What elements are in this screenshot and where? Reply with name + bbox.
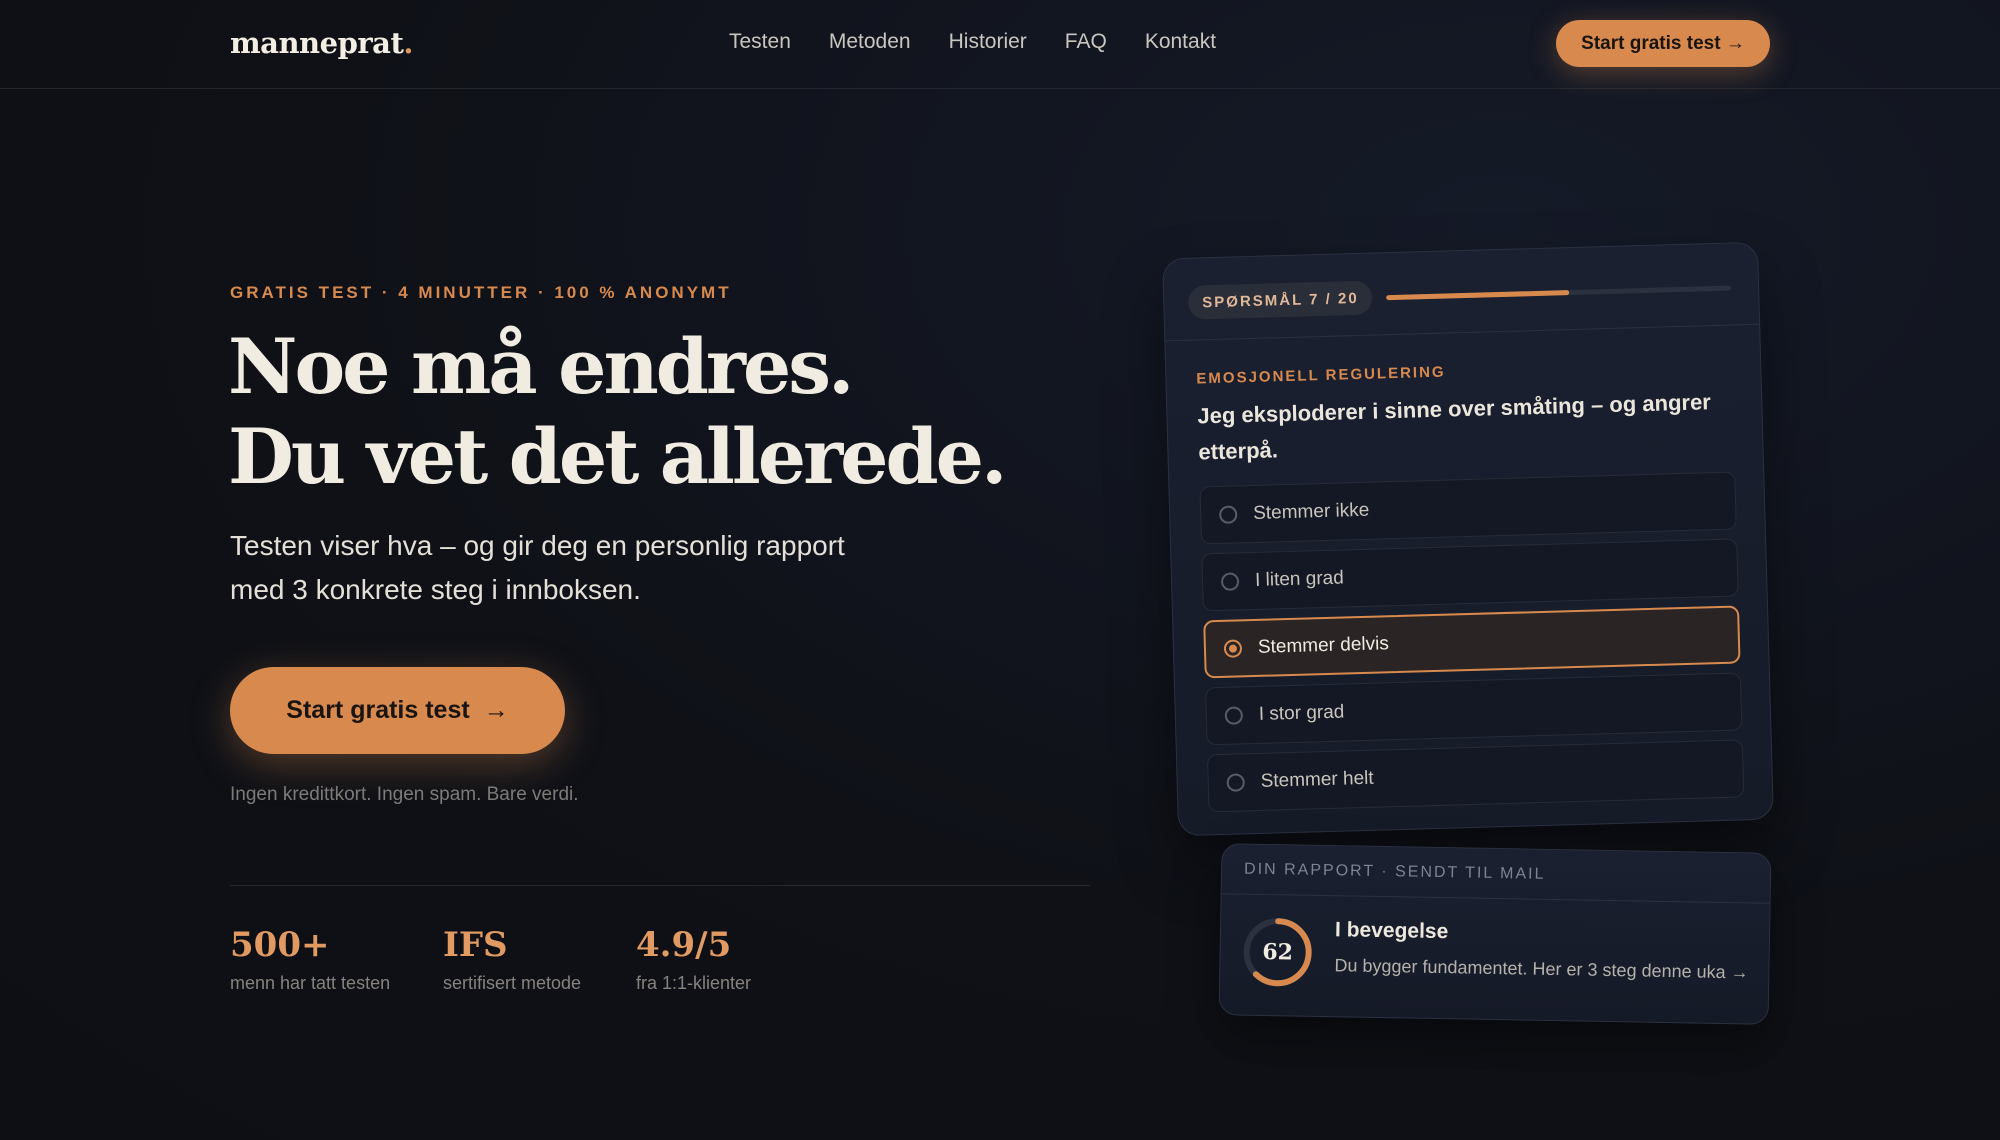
answer-option[interactable]: I liten grad bbox=[1201, 538, 1739, 612]
quiz-header: SPØRSMÅL 7 / 20 bbox=[1163, 242, 1760, 342]
hero-subtitle: Testen viser hva – og gir deg en personl… bbox=[230, 524, 910, 612]
hero-headline: Noe må endres. Du vet det allerede. bbox=[228, 322, 1048, 502]
radio-icon bbox=[1224, 706, 1244, 725]
arrow-right-icon: → bbox=[483, 696, 509, 724]
nav-link-metoden[interactable]: Metoden bbox=[829, 30, 911, 54]
answer-option[interactable]: I stor grad bbox=[1205, 672, 1743, 746]
nav-link-historier[interactable]: Historier bbox=[949, 30, 1027, 54]
progress-bar-fill bbox=[1386, 290, 1570, 301]
hero-eyebrow: GRATIS TEST · 4 MINUTTER · 100 % ANONYMT bbox=[230, 283, 732, 302]
stat-label: fra 1:1-klienter bbox=[636, 973, 752, 993]
report-text: Du bygger fundamentet. Her er 3 steg den… bbox=[1334, 955, 1749, 983]
answer-option[interactable]: Stemmer helt bbox=[1206, 739, 1745, 813]
nav-link-kontakt[interactable]: Kontakt bbox=[1145, 30, 1216, 54]
subtitle-line-2: med 3 konkrete steg i innboksen. bbox=[230, 574, 641, 605]
radio-icon bbox=[1226, 773, 1245, 792]
answer-option[interactable]: Stemmer delvis bbox=[1203, 605, 1741, 679]
nav-start-test-button[interactable]: Start gratis test → bbox=[1556, 20, 1770, 67]
report-title: I bevegelse bbox=[1334, 918, 1449, 944]
stat-method: IFS sertifisert metode bbox=[443, 925, 581, 994]
question-category: EMOSJONELL REGULERING bbox=[1196, 363, 1446, 388]
nav-link-faq[interactable]: FAQ bbox=[1065, 30, 1107, 54]
answer-options: Stemmer ikke I liten grad Stemmer delvis… bbox=[1199, 471, 1745, 822]
divider bbox=[230, 885, 1090, 886]
stat-value: 500+ bbox=[230, 925, 330, 965]
progress-bar bbox=[1386, 285, 1732, 301]
report-preview-card: DIN RAPPORT · SENDT TIL MAIL 62 I bevege… bbox=[1218, 843, 1772, 1025]
answer-option-label: I stor grad bbox=[1258, 701, 1345, 725]
answer-option[interactable]: Stemmer ikke bbox=[1199, 471, 1737, 545]
headline-line-1: Noe må endres. bbox=[228, 322, 854, 411]
hero-start-test-button[interactable]: Start gratis test → bbox=[230, 667, 565, 754]
nav-links: Testen Metoden Historier FAQ Kontakt bbox=[729, 30, 1216, 54]
radio-icon bbox=[1223, 639, 1243, 658]
question-text: Jeg eksploderer i sinne over småting – o… bbox=[1197, 389, 1712, 465]
answer-option-label: I liten grad bbox=[1254, 567, 1345, 591]
stat-label: sertifisert metode bbox=[443, 973, 582, 993]
report-header: DIN RAPPORT · SENDT TIL MAIL bbox=[1221, 844, 1771, 904]
stat-label: menn har tatt testen bbox=[230, 973, 391, 993]
hero-cta-label: Start gratis test bbox=[286, 696, 470, 724]
subtitle-line-1: Testen viser hva – og gir deg en personl… bbox=[230, 530, 845, 561]
radio-icon bbox=[1220, 572, 1240, 591]
reassurance-text: Ingen kredittkort. Ingen spam. Bare verd… bbox=[230, 784, 579, 805]
stat-value: IFS bbox=[443, 925, 508, 965]
nav-link-testen[interactable]: Testen bbox=[729, 30, 791, 54]
stat-value: 4.9/5 bbox=[636, 925, 732, 965]
radio-icon bbox=[1218, 505, 1238, 524]
logo[interactable]: manneprat. bbox=[230, 26, 413, 60]
stat-rating: 4.9/5 fra 1:1-klienter bbox=[636, 925, 751, 994]
stat-users: 500+ menn har tatt testen bbox=[230, 925, 390, 994]
quiz-preview-card: SPØRSMÅL 7 / 20 EMOSJONELL REGULERING Je… bbox=[1162, 241, 1774, 837]
headline-line-2: Du vet det allerede. bbox=[228, 412, 1007, 501]
answer-option-label: Stemmer helt bbox=[1260, 767, 1374, 792]
top-nav: manneprat. Testen Metoden Historier FAQ … bbox=[0, 0, 2000, 89]
score-value: 62 bbox=[1262, 938, 1294, 966]
answer-option-label: Stemmer ikke bbox=[1252, 499, 1370, 524]
question-counter-badge: SPØRSMÅL 7 / 20 bbox=[1187, 280, 1374, 320]
answer-option-label: Stemmer delvis bbox=[1257, 633, 1390, 658]
